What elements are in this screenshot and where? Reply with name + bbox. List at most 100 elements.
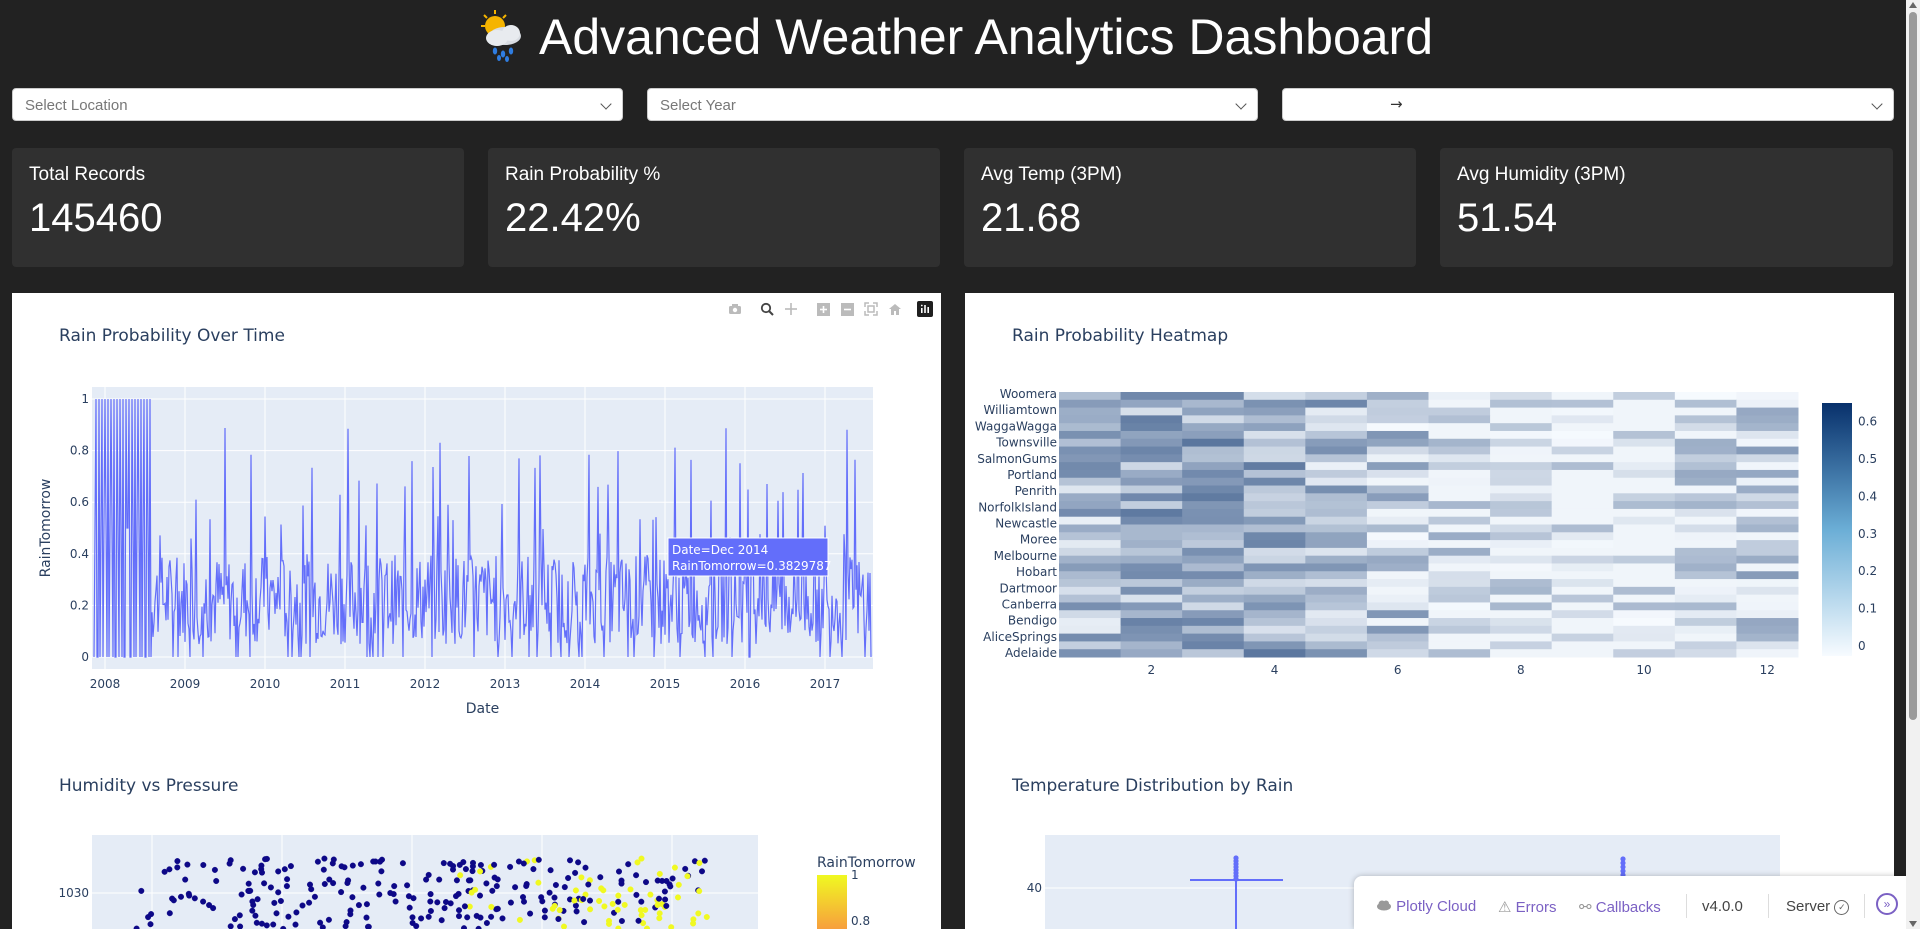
heatmap-cell [1674, 555, 1737, 564]
heatmap-cell [1182, 438, 1245, 448]
heatmap-cell [1243, 438, 1306, 448]
scatter-point [638, 912, 645, 919]
scatter-point [293, 909, 300, 916]
scatter-point [581, 919, 588, 926]
heatmap-cell [1551, 602, 1614, 611]
kpi-value: 22.42% [505, 196, 641, 240]
heatmap-y-label: Portland [1007, 468, 1057, 482]
y-axis-label: RainTomorrow [38, 479, 54, 578]
scatter-point [406, 904, 413, 911]
callbacks-label: Callbacks [1595, 899, 1661, 916]
heatmap-cell [1551, 493, 1614, 502]
scatter-point [227, 923, 234, 929]
plotly-cloud-button[interactable]: Plotly Cloud [1376, 898, 1476, 915]
heatmap-cell [1366, 477, 1429, 487]
heatmap-cell [1366, 462, 1429, 471]
scroll-down-icon[interactable] [1909, 921, 1917, 927]
scatter-point [582, 864, 589, 871]
heatmap-cell [1490, 618, 1553, 627]
heatmap-cell [1182, 454, 1245, 463]
scatter-point [376, 891, 383, 898]
heatmap-cell [1182, 633, 1245, 642]
heatmap-cell [1674, 547, 1737, 557]
heatmap-cell [1613, 532, 1676, 541]
scatter-chart[interactable]: 1030 RainTomorrow1 0.8 [12, 743, 941, 929]
heatmap-y-label: AliceSprings [983, 630, 1057, 644]
heatmap-cell [1674, 586, 1737, 596]
scatter-point [659, 877, 666, 884]
scatter-point [668, 924, 675, 929]
scatter-point [249, 907, 256, 914]
server-status[interactable]: Server ✓ [1786, 898, 1850, 915]
heatmap-cell [1366, 501, 1429, 510]
heatmap-cell [1182, 579, 1245, 588]
heatmap-cell [1736, 493, 1799, 502]
scatter-point [441, 905, 448, 912]
scatter-point [488, 913, 495, 920]
scatter-point [237, 923, 244, 929]
scatter-point [311, 893, 318, 900]
divider [1864, 894, 1865, 918]
heatmap-cell [1305, 540, 1368, 549]
scatter-point [399, 860, 406, 867]
heatmap-cell [1243, 610, 1306, 619]
heatmap-cell [1243, 586, 1306, 596]
heatmap-cell [1059, 430, 1122, 440]
heatmap-cell [1736, 423, 1799, 432]
scatter-point [349, 862, 356, 869]
heatmap-cell [1674, 407, 1737, 416]
heatmap-cell [1613, 524, 1676, 533]
callbacks-button[interactable]: ⚯ Callbacks [1579, 898, 1661, 916]
line-chart[interactable]: 0 0.2 0.4 0.6 0.8 1 2008 2009 2010 2011 2012 2013 20… [12, 293, 941, 743]
heatmap-cell [1736, 430, 1799, 440]
heatmap-cell [1305, 618, 1368, 627]
heatmap-panel: Rain Probability Heatmap Adelaide AliceSp… [965, 293, 1894, 743]
scatter-point [226, 860, 233, 867]
page-scrollbar[interactable] [1906, 0, 1920, 929]
heatmap-cell [1674, 399, 1737, 409]
heatmap-cell [1490, 555, 1553, 564]
scatter-point [258, 869, 265, 876]
cloud-icon [1377, 900, 1391, 911]
scatter-point [516, 916, 523, 923]
heatmap-cell [1120, 508, 1183, 518]
heatmap-cell [1243, 392, 1306, 401]
heatmap-chart[interactable]: Adelaide AliceSprings Bendigo Canberra Dartm… [965, 293, 1894, 743]
scroll-up-icon[interactable] [1909, 2, 1917, 8]
heatmap-cell [1059, 586, 1122, 596]
collapse-devtools-icon[interactable]: » [1876, 893, 1898, 915]
heatmap-cell [1674, 446, 1737, 455]
x-tick-label: 2010 [250, 677, 281, 691]
heatmap-cell [1182, 641, 1245, 650]
heatmap-cell [1736, 594, 1799, 603]
errors-button[interactable]: ⚠ Errors [1498, 898, 1556, 916]
chevron-down-icon [1235, 98, 1247, 110]
heatmap-cell [1613, 649, 1676, 658]
scatter-point [287, 863, 294, 870]
year-dropdown[interactable]: Select Year [647, 88, 1258, 121]
heatmap-cell [1305, 446, 1368, 455]
heatmap-cell [1059, 524, 1122, 533]
heatmap-cell [1551, 618, 1614, 627]
scrollbar-thumb[interactable] [1909, 12, 1917, 720]
scatter-point [618, 917, 625, 924]
heatmap-cell [1674, 532, 1737, 541]
heatmap-cell [1674, 594, 1737, 603]
heatmap-cell [1059, 540, 1122, 549]
year-placeholder: Select Year [660, 97, 736, 114]
heatmap-cell [1736, 501, 1799, 510]
heatmap-cell [1182, 602, 1245, 611]
x-axis-label: Date [466, 701, 499, 717]
date-range-picker[interactable]: → [1282, 88, 1894, 121]
heatmap-cell [1305, 485, 1368, 494]
heatmap-cell [1428, 524, 1491, 533]
heatmap-cell [1490, 594, 1553, 603]
heatmap-cell [1551, 633, 1614, 642]
heatmap-cell [1059, 438, 1122, 448]
heatmap-cell [1366, 579, 1429, 588]
heatmap-cell [1120, 602, 1183, 611]
heatmap-cell [1243, 501, 1306, 510]
location-dropdown[interactable]: Select Location [12, 88, 623, 121]
heatmap-cell [1120, 563, 1183, 572]
heatmap-cell [1366, 547, 1429, 557]
